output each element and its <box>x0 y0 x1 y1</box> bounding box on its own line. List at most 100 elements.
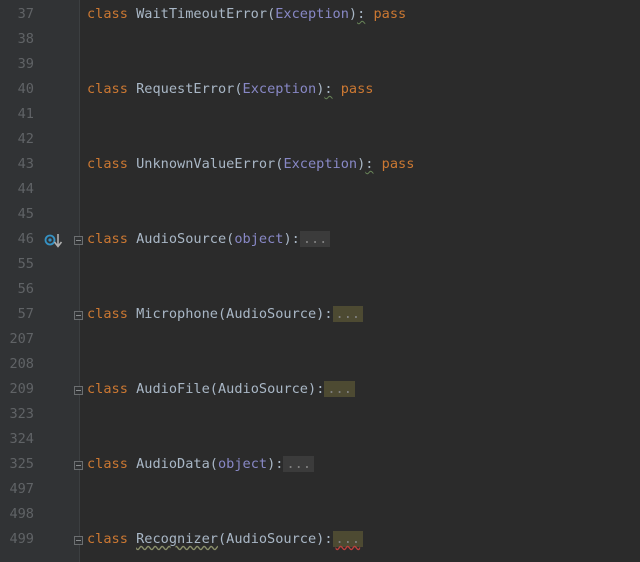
colon-warning[interactable]: : <box>357 6 365 22</box>
pass-keyword: pass <box>373 6 407 22</box>
line-number: 39 <box>17 56 34 72</box>
base-class: object <box>234 231 284 247</box>
line-number: 44 <box>17 181 34 197</box>
code-line[interactable]: 208 <box>0 354 640 379</box>
base-class: object <box>217 456 268 472</box>
fold-toggle-icon[interactable] <box>74 536 83 545</box>
code-line[interactable]: 207 <box>0 329 640 354</box>
code-line[interactable]: 56 <box>0 279 640 304</box>
line-number: 46 <box>17 231 34 247</box>
colon-warning[interactable]: : <box>324 81 332 97</box>
code-line[interactable]: 45 <box>0 204 640 229</box>
code-line[interactable]: 57 class Microphone(AudioSource):... <box>0 304 640 329</box>
code-line[interactable]: 41 <box>0 104 640 129</box>
base-class: AudioSource <box>226 306 317 322</box>
folded-code-placeholder[interactable]: ... <box>332 306 364 322</box>
pass-keyword: pass <box>381 156 415 172</box>
code-text[interactable]: class AudioFile(AudioSource):... <box>87 381 355 397</box>
base-class: AudioSource <box>226 531 317 547</box>
fold-toggle-icon[interactable] <box>74 311 83 320</box>
code-line[interactable]: 325 class AudioData(object):... <box>0 454 640 479</box>
folded-code-placeholder[interactable]: ... <box>324 381 355 397</box>
class-name: AudioSource <box>136 231 227 247</box>
open-paren: ( <box>209 381 218 397</box>
folded-code-placeholder[interactable]: ... <box>332 531 364 547</box>
code-text[interactable]: class UnknownValueError(Exception): pass <box>87 156 414 172</box>
code-line[interactable]: 497 <box>0 479 640 504</box>
line-number: 43 <box>17 156 34 172</box>
line-number: 499 <box>9 531 34 547</box>
code-line[interactable]: 55 <box>0 254 640 279</box>
code-line[interactable]: 324 <box>0 429 640 454</box>
code-line[interactable]: 323 <box>0 404 640 429</box>
colon: : <box>291 231 300 247</box>
code-line[interactable]: 498 <box>0 504 640 529</box>
code-line[interactable]: 44 <box>0 179 640 204</box>
line-number: 42 <box>17 131 34 147</box>
open-paren: ( <box>217 531 227 547</box>
code-line[interactable]: 42 <box>0 129 640 154</box>
code-text[interactable]: class AudioData(object):... <box>87 456 315 472</box>
folded-code-placeholder[interactable]: ... <box>283 456 315 472</box>
keyword: class <box>87 456 128 472</box>
line-number: 38 <box>17 31 34 47</box>
class-name: Recognizer <box>136 531 218 547</box>
line-number: 208 <box>9 356 34 372</box>
line-number: 324 <box>9 431 34 447</box>
code-line[interactable]: 43 class UnknownValueError(Exception): p… <box>0 154 640 179</box>
open-paren: ( <box>234 81 243 97</box>
keyword: class <box>87 81 128 97</box>
line-number: 41 <box>17 106 34 122</box>
code-line[interactable]: 46 class AudioSource(object):... <box>0 229 640 254</box>
line-number: 37 <box>17 6 34 22</box>
fold-toggle-icon[interactable] <box>74 461 83 470</box>
overridden-method-icon[interactable] <box>44 232 64 250</box>
code-line[interactable]: 37 class WaitTimeoutError(Exception): pa… <box>0 4 640 29</box>
code-line[interactable]: 39 <box>0 54 640 79</box>
base-class: Exception <box>283 156 358 172</box>
line-number: 498 <box>9 506 34 522</box>
close-paren: ) <box>308 381 317 397</box>
class-name: WaitTimeoutError <box>136 6 268 22</box>
pass-keyword: pass <box>340 81 374 97</box>
class-name: AudioData <box>136 456 210 472</box>
code-line[interactable]: 209 class AudioFile(AudioSource):... <box>0 379 640 404</box>
line-number: 323 <box>9 406 34 422</box>
fold-toggle-icon[interactable] <box>74 386 83 395</box>
folded-code-placeholder[interactable]: ... <box>299 231 331 247</box>
keyword: class <box>87 6 128 22</box>
class-name: RequestError <box>136 81 235 97</box>
code-text[interactable]: class AudioSource(object):... <box>87 231 331 247</box>
code-text[interactable]: class WaitTimeoutError(Exception): pass <box>87 6 406 22</box>
line-number: 209 <box>9 381 34 397</box>
base-class: Exception <box>242 81 317 97</box>
class-name: UnknownValueError <box>136 156 276 172</box>
keyword: class <box>87 156 128 172</box>
code-text[interactable]: class RequestError(Exception): pass <box>87 81 374 97</box>
line-number: 57 <box>17 306 34 322</box>
code-line[interactable]: 499 class Recognizer(AudioSource):... <box>0 529 640 554</box>
close-paren: ) <box>283 231 292 247</box>
code-text[interactable]: class Microphone(AudioSource):... <box>87 306 364 322</box>
line-number: 55 <box>17 256 34 272</box>
base-class: Exception <box>275 6 349 22</box>
keyword: class <box>87 306 128 322</box>
colon-warning[interactable]: : <box>365 156 373 172</box>
class-name: AudioFile <box>136 381 210 397</box>
open-paren: ( <box>217 306 227 322</box>
base-class: AudioSource <box>217 381 308 397</box>
line-number: 56 <box>17 281 34 297</box>
keyword: class <box>87 381 128 397</box>
keyword: class <box>87 531 128 547</box>
code-editor[interactable]: 37 class WaitTimeoutError(Exception): pa… <box>0 0 640 562</box>
open-paren: ( <box>209 456 218 472</box>
close-paren: ) <box>348 6 358 22</box>
code-line[interactable]: 38 <box>0 29 640 54</box>
colon: : <box>324 306 333 322</box>
line-number: 45 <box>17 206 34 222</box>
class-name: Microphone <box>136 306 218 322</box>
code-line[interactable]: 40 class RequestError(Exception): pass <box>0 79 640 104</box>
fold-toggle-icon[interactable] <box>74 236 83 245</box>
code-text[interactable]: class Recognizer(AudioSource):... <box>87 531 364 547</box>
line-number: 207 <box>9 331 34 347</box>
